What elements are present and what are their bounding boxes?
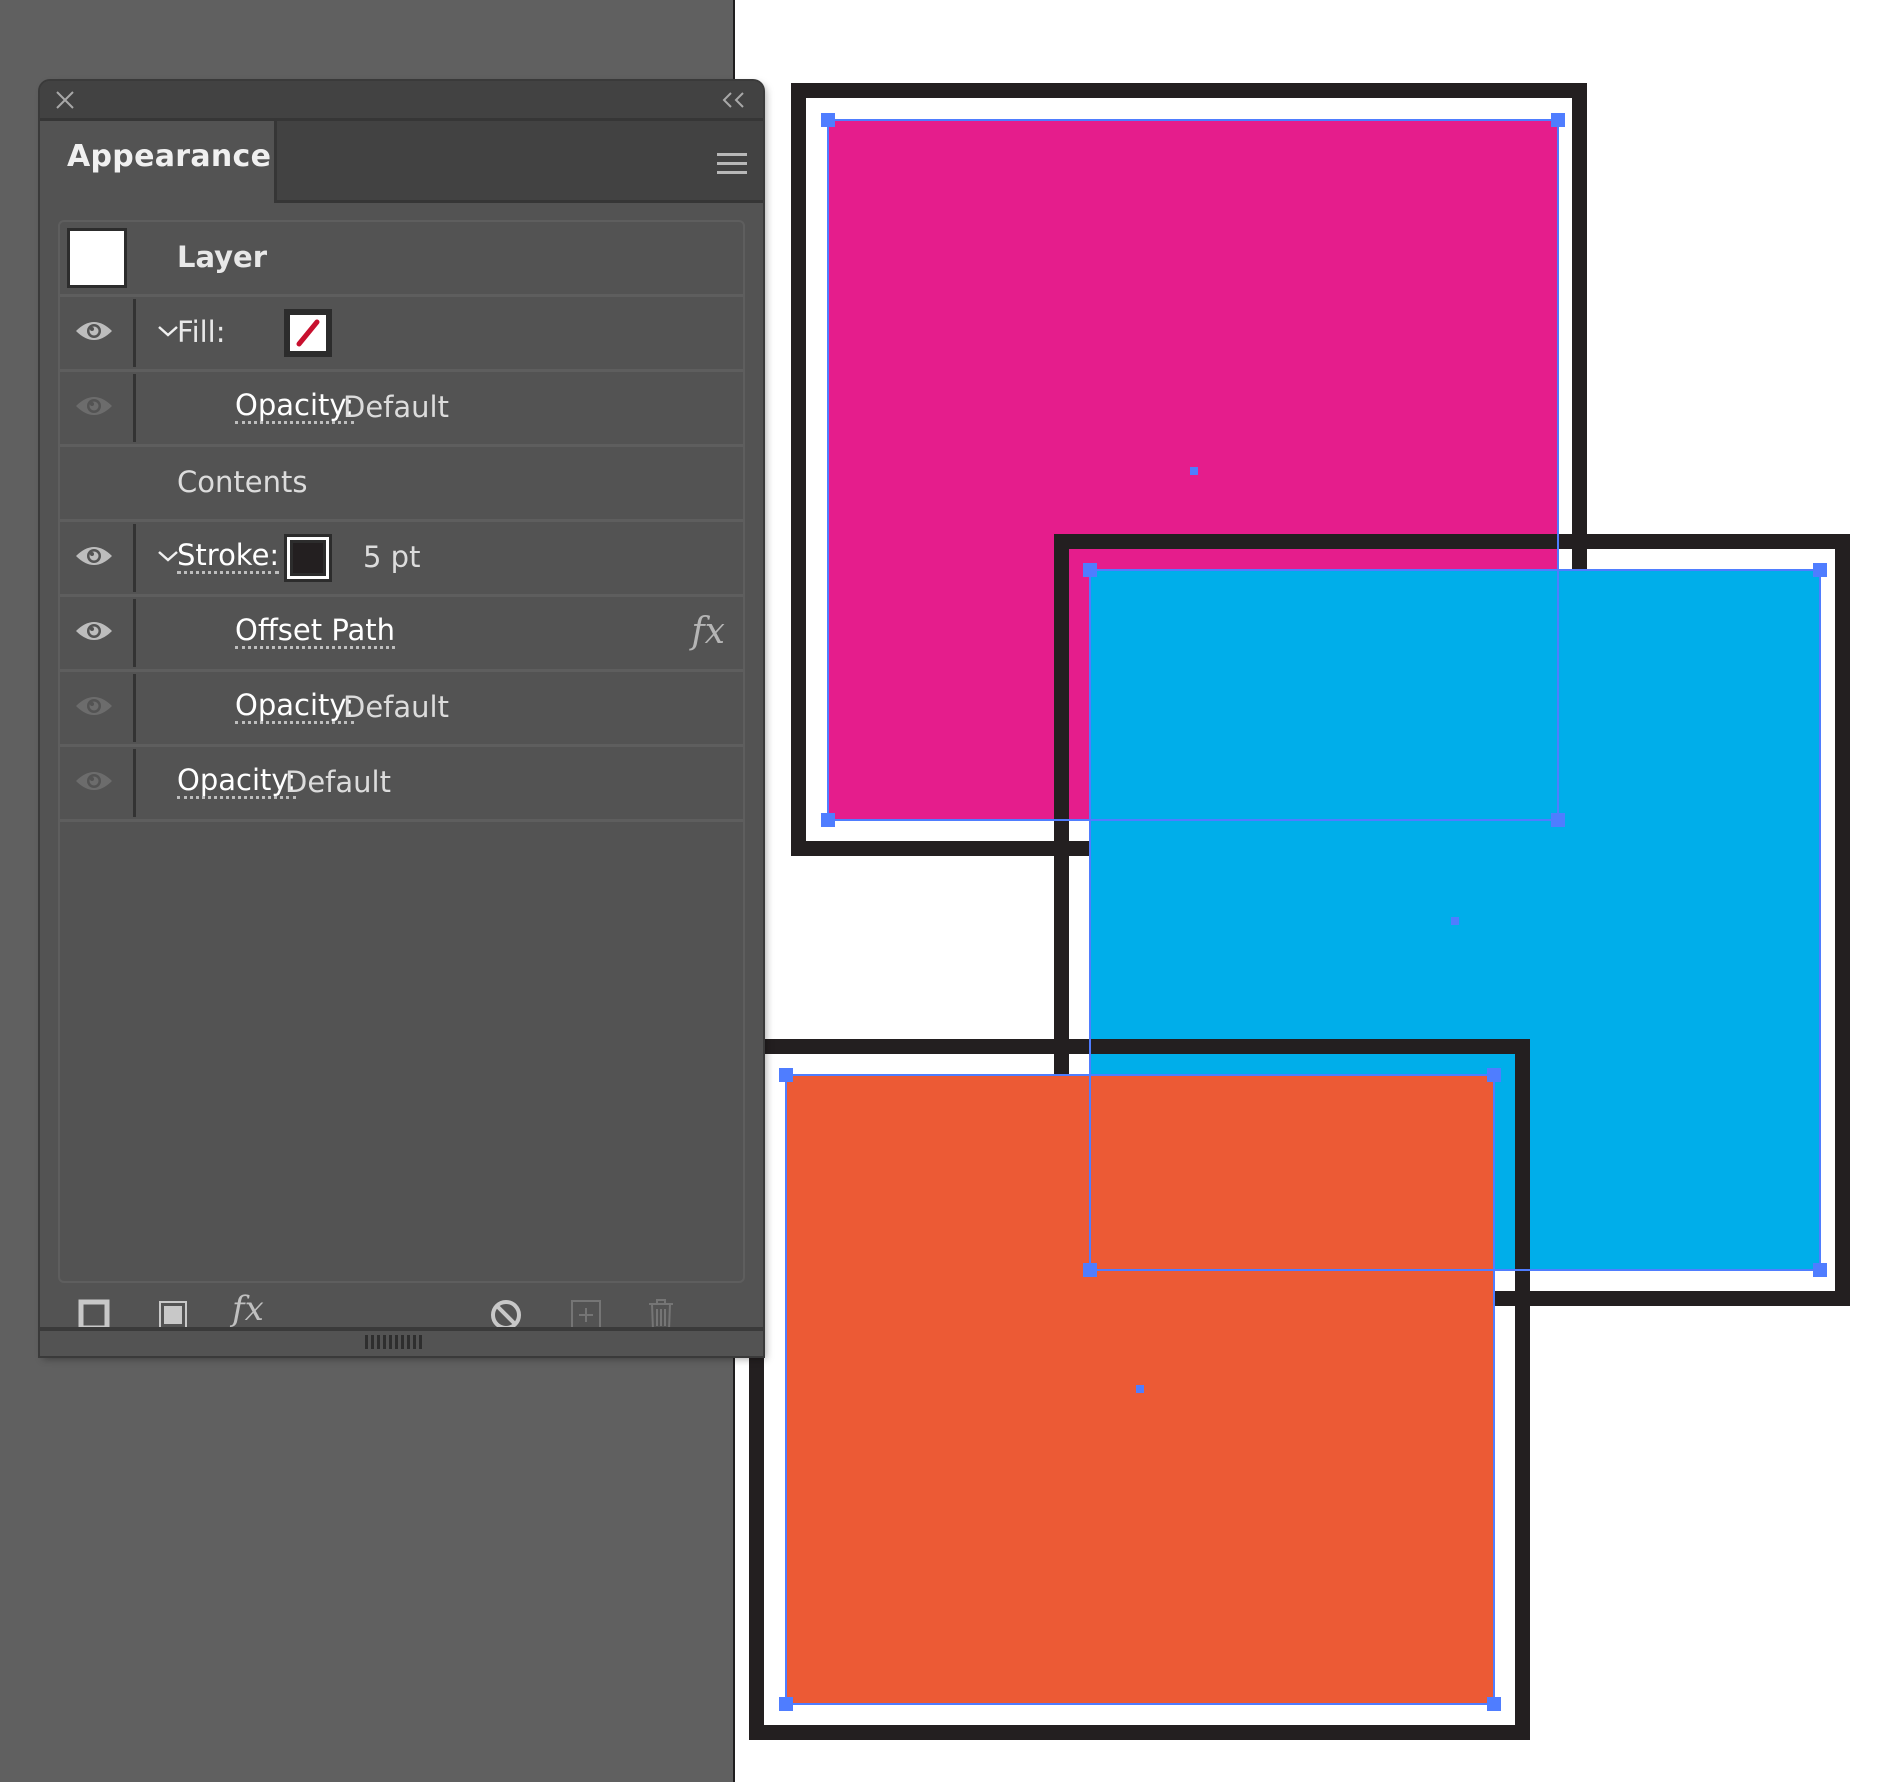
anchor-handle[interactable] bbox=[1551, 813, 1565, 827]
center-point bbox=[1451, 917, 1459, 925]
anchor-handle[interactable] bbox=[1813, 563, 1827, 577]
center-point bbox=[1136, 1385, 1144, 1393]
layer-thumbnail bbox=[67, 228, 127, 288]
fill-row[interactable]: Fill: bbox=[60, 297, 743, 372]
stroke-opacity-row[interactable]: Opacity: Default bbox=[60, 672, 743, 747]
fill-label: Fill: bbox=[177, 315, 226, 349]
panel-titlebar[interactable] bbox=[40, 81, 763, 121]
fill-swatch-none[interactable] bbox=[284, 309, 332, 357]
layer-opacity-row[interactable]: Opacity: Default bbox=[60, 747, 743, 822]
offset-path-link[interactable]: Offset Path bbox=[235, 615, 396, 650]
opacity-value: Default bbox=[285, 765, 391, 799]
opacity-value: Default bbox=[343, 390, 449, 424]
contents-row[interactable]: Contents bbox=[60, 447, 743, 522]
center-point bbox=[1190, 467, 1198, 475]
artwork-canvas[interactable] bbox=[735, 0, 1882, 1782]
opacity-link[interactable]: Opacity: bbox=[177, 765, 297, 800]
anchor-handle[interactable] bbox=[779, 1697, 793, 1711]
double-chevron-left-icon[interactable] bbox=[721, 90, 747, 110]
none-slash-icon bbox=[296, 319, 320, 347]
stroke-row[interactable]: Stroke: 5 pt bbox=[60, 522, 743, 597]
panel-footer: fx bbox=[40, 1283, 763, 1331]
anchor-handle[interactable] bbox=[821, 113, 835, 127]
stroke-link[interactable]: Stroke: bbox=[177, 540, 280, 575]
tab-bar: Appearance bbox=[40, 121, 763, 203]
opacity-link[interactable]: Opacity: bbox=[235, 390, 355, 425]
row-divider bbox=[133, 524, 136, 592]
anchor-handle[interactable] bbox=[1813, 1263, 1827, 1277]
stroke-swatch[interactable] bbox=[284, 534, 332, 582]
opacity-value: Default bbox=[343, 690, 449, 724]
row-divider bbox=[133, 299, 136, 367]
layer-row[interactable]: Layer bbox=[60, 222, 743, 297]
footer-divider bbox=[40, 1327, 763, 1331]
eye-icon[interactable] bbox=[74, 617, 114, 645]
anchor-handle[interactable] bbox=[1083, 563, 1097, 577]
anchor-handle[interactable] bbox=[1487, 1068, 1501, 1082]
anchor-handle[interactable] bbox=[779, 1068, 793, 1082]
eye-icon-hidden[interactable] bbox=[74, 767, 114, 795]
appearance-panel: Appearance Layer Fill: Opacity: Default … bbox=[40, 81, 763, 1356]
appearance-list: Layer Fill: Opacity: Default Contents St… bbox=[58, 220, 745, 1283]
offset-path-row[interactable]: Offset Path fx bbox=[60, 597, 743, 672]
artboard[interactable] bbox=[733, 0, 1882, 1782]
eye-icon-hidden[interactable] bbox=[74, 692, 114, 720]
row-divider bbox=[133, 599, 136, 667]
row-divider bbox=[133, 749, 136, 817]
tab-appearance[interactable]: Appearance bbox=[40, 121, 277, 203]
opacity-link[interactable]: Opacity: bbox=[235, 690, 355, 725]
anchor-handle[interactable] bbox=[821, 813, 835, 827]
close-icon[interactable] bbox=[54, 89, 76, 111]
row-divider bbox=[133, 674, 136, 742]
anchor-handle[interactable] bbox=[1551, 113, 1565, 127]
eye-icon-hidden[interactable] bbox=[74, 392, 114, 420]
resize-grip[interactable] bbox=[365, 1335, 423, 1349]
layer-label: Layer bbox=[177, 240, 268, 274]
eye-icon[interactable] bbox=[74, 542, 114, 570]
tab-label: Appearance bbox=[67, 139, 272, 174]
contents-label: Contents bbox=[177, 465, 308, 499]
fx-icon[interactable]: fx bbox=[691, 611, 725, 652]
anchor-handle[interactable] bbox=[1083, 1263, 1097, 1277]
fx-menu-icon[interactable]: fx bbox=[232, 1289, 282, 1329]
anchor-handle[interactable] bbox=[1487, 1697, 1501, 1711]
fill-opacity-row[interactable]: Opacity: Default bbox=[60, 372, 743, 447]
row-divider bbox=[133, 374, 136, 442]
stroke-weight-value[interactable]: 5 pt bbox=[363, 540, 420, 574]
eye-icon[interactable] bbox=[74, 317, 114, 345]
hamburger-menu-icon[interactable] bbox=[717, 153, 747, 177]
